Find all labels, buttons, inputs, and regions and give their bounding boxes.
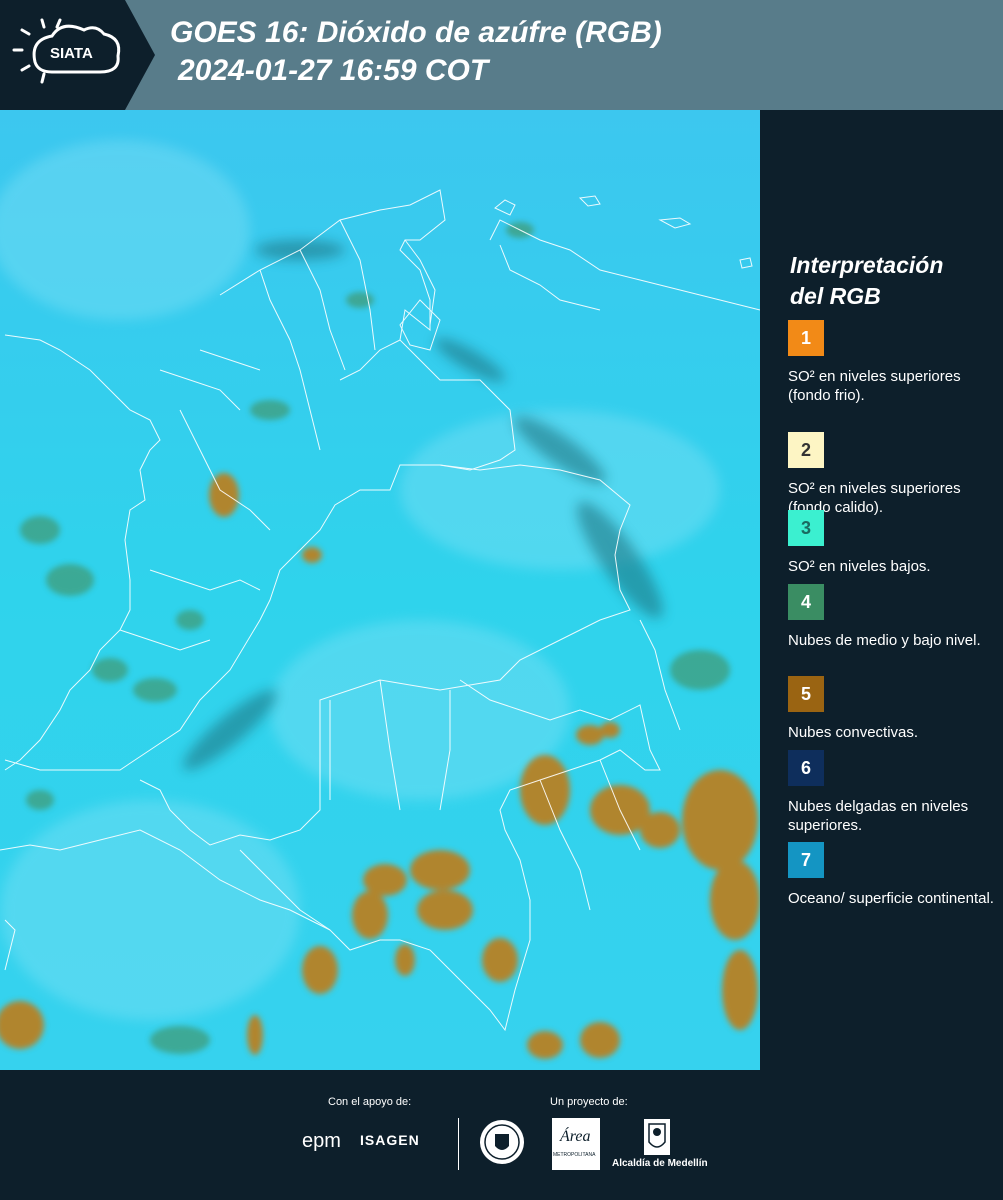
legend-item-7: 7 Oceano/ superficie continental. <box>788 842 998 908</box>
legend-swatch: 7 <box>788 842 824 878</box>
siata-logo-text: SIATA <box>50 45 93 62</box>
support-label: Con el apoyo de: <box>328 1096 412 1108</box>
area-logo-text: Área <box>560 1128 591 1145</box>
footer: Con el apoyo de: Un proyecto de: epm ISA… <box>0 1070 1003 1200</box>
alcaldia-crest-icon <box>643 1118 671 1161</box>
legend-swatch: 5 <box>788 676 824 712</box>
legend-title: Interpretación del RGB <box>790 250 990 312</box>
area-logo-subtext: METROPOLITANA <box>553 1152 596 1158</box>
project-label: Un proyecto de: <box>550 1096 628 1108</box>
page-timestamp: 2024-01-27 16:59 COT <box>178 54 489 87</box>
legend-item-1: 1 SO² en niveles superiores (fondo frio). <box>788 320 998 405</box>
epm-logo: epm <box>302 1130 341 1152</box>
legend-label: Nubes de medio y bajo nivel. <box>788 632 981 649</box>
legend-swatch: 2 <box>788 432 824 468</box>
legend-item-3: 3 SO² en niveles bajos. <box>788 510 998 576</box>
legend-label: SO² en niveles superiores (fondo frio). <box>788 368 961 404</box>
satellite-map[interactable] <box>0 110 760 1070</box>
legend-item-6: 6 Nubes delgadas en niveles superiores. <box>788 750 998 835</box>
legend-title-line1: Interpretación <box>790 252 944 278</box>
legend-label: SO² en niveles bajos. <box>788 558 931 575</box>
legend-swatch: 4 <box>788 584 824 620</box>
legend-item-5: 5 Nubes convectivas. <box>788 676 998 742</box>
legend-label: Nubes convectivas. <box>788 724 919 741</box>
area-metropolitana-logo: Área METROPOLITANA <box>552 1118 600 1170</box>
legend-title-line2: del RGB <box>790 283 881 309</box>
legend-swatch: 6 <box>788 750 824 786</box>
isagen-logo: ISAGEN <box>360 1132 420 1148</box>
alcaldia-label: Alcaldía de Medellín <box>612 1158 708 1169</box>
footer-divider <box>458 1118 459 1170</box>
legend-label: Nubes delgadas en niveles superiores. <box>788 798 969 834</box>
legend-item-4: 4 Nubes de medio y bajo nivel. <box>788 584 998 650</box>
medellin-seal-icon <box>478 1118 526 1171</box>
legend-swatch: 3 <box>788 510 824 546</box>
legend-label: Oceano/ superficie continental. <box>788 890 994 907</box>
header-bar: SIATA GOES 16: Dióxido de azúfre (RGB) 2… <box>0 0 1003 110</box>
legend-swatch: 1 <box>788 320 824 356</box>
siata-logo: SIATA <box>0 0 155 110</box>
legend-item-2: 2 SO² en niveles superiores (fondo calido… <box>788 432 998 517</box>
page-title: GOES 16: Dióxido de azúfre (RGB) <box>170 16 662 49</box>
legend-panel: Interpretación del RGB 1 SO² en niveles s… <box>760 110 1003 1070</box>
